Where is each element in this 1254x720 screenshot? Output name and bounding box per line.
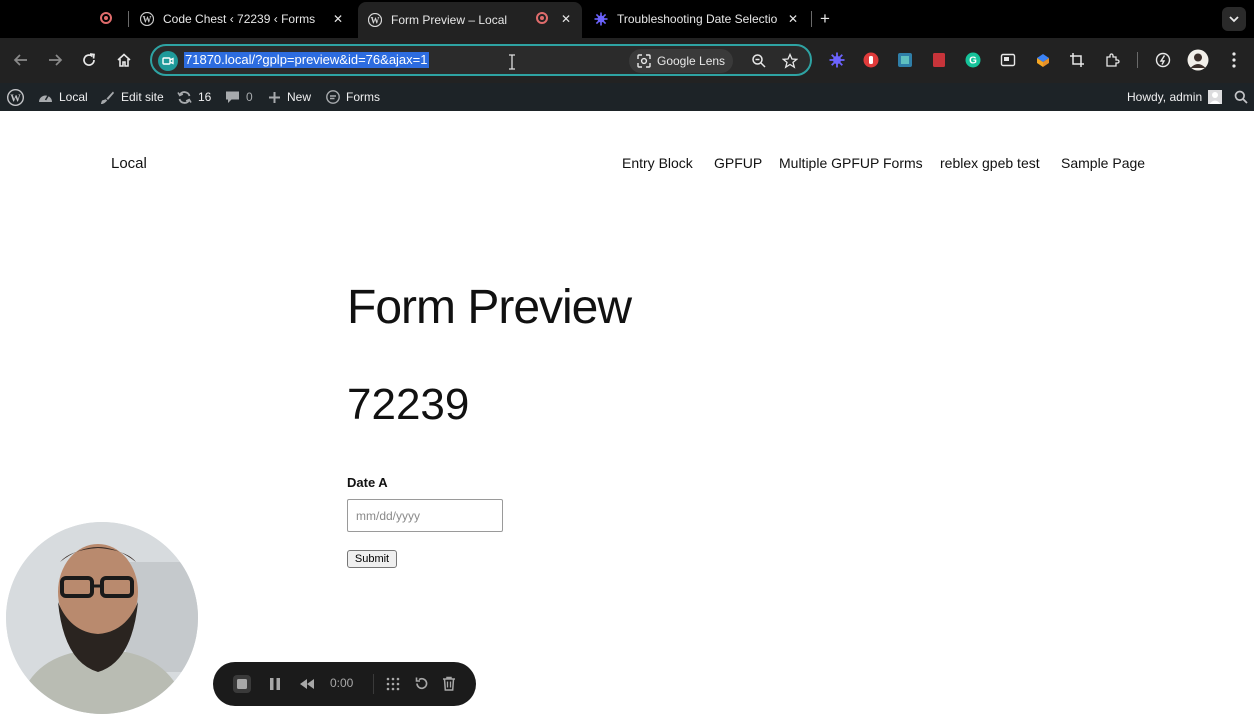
nav-entry-block[interactable]: Entry Block xyxy=(622,155,693,171)
tab-search-button[interactable] xyxy=(1222,7,1246,31)
nav-multiple-gpfup-forms[interactable]: Multiple GPFUP Forms xyxy=(779,155,923,171)
wordpress-icon: W xyxy=(368,13,382,27)
date-field-label: Date A xyxy=(347,475,388,490)
page-title: Form Preview xyxy=(347,281,632,334)
grid-handle-icon[interactable] xyxy=(386,677,400,691)
kebab-menu-icon[interactable] xyxy=(1226,51,1242,69)
dashboard-gauge-icon xyxy=(39,94,52,102)
tab-title: Code Chest ‹ 72239 ‹ Forms xyxy=(163,12,316,26)
webcam-overlay xyxy=(6,522,198,714)
trash-icon[interactable] xyxy=(442,676,456,691)
recording-indicator-icon xyxy=(100,12,112,24)
close-tab-icon[interactable]: ✕ xyxy=(333,12,343,26)
text-cursor-icon xyxy=(509,54,515,70)
tab-separator xyxy=(128,11,129,27)
tab-title: Troubleshooting Date Selection xyxy=(617,12,777,26)
google-lens-button[interactable]: Google Lens xyxy=(629,49,734,73)
extension-gear-icon[interactable] xyxy=(829,52,845,68)
nav-sample-page[interactable]: Sample Page xyxy=(1061,155,1145,171)
plus-icon xyxy=(269,91,280,103)
forward-arrow-icon[interactable] xyxy=(46,51,64,69)
extension-hand-icon[interactable] xyxy=(863,52,879,68)
submit-button[interactable]: Submit xyxy=(347,550,397,568)
home-icon[interactable] xyxy=(115,51,133,69)
site-header: Local Entry Block GPFUP Multiple GPFUP F… xyxy=(0,111,1254,221)
recorder-control-bar: 0:00 xyxy=(213,662,476,706)
wordpress-icon: W xyxy=(140,12,154,26)
recorder-separator xyxy=(373,674,374,694)
camera-site-info-icon[interactable] xyxy=(158,51,178,71)
address-bar[interactable]: 71870.local/?gplp=preview&id=76&ajax=1 G… xyxy=(150,44,812,76)
reload-icon[interactable] xyxy=(80,51,98,69)
recording-timer: 0:00 xyxy=(330,676,354,690)
adminbar-edit-site-label: Edit site xyxy=(121,90,164,104)
adminbar-comments[interactable]: 0 xyxy=(225,83,253,111)
lens-icon xyxy=(637,54,651,68)
svg-text:W: W xyxy=(10,93,21,104)
adminbar-greeting: Howdy, admin xyxy=(1127,90,1203,104)
performance-icon[interactable] xyxy=(1155,52,1171,68)
tab-separator xyxy=(811,11,812,27)
tab-troubleshooting[interactable]: Troubleshooting Date Selection xyxy=(594,4,794,34)
restart-icon[interactable] xyxy=(414,676,429,691)
bookmark-star-icon[interactable] xyxy=(782,53,798,69)
search-icon[interactable] xyxy=(1234,90,1248,104)
adminbar-new[interactable]: New xyxy=(268,83,311,111)
adminbar-comments-count: 0 xyxy=(246,90,253,104)
recording-indicator-icon xyxy=(536,12,548,24)
brush-icon xyxy=(101,91,114,104)
google-lens-label: Google Lens xyxy=(657,54,726,68)
adminbar-site-label: Local xyxy=(59,90,88,104)
adminbar-forms[interactable]: Forms xyxy=(326,83,380,111)
gravity-forms-icon xyxy=(326,90,340,104)
nav-reblex-gpeb-test[interactable]: reblex gpeb test xyxy=(940,155,1040,171)
close-tab-icon[interactable]: ✕ xyxy=(788,12,798,26)
back-arrow-icon[interactable] xyxy=(12,51,30,69)
zoom-icon[interactable] xyxy=(751,53,767,69)
adminbar-account[interactable]: Howdy, admin xyxy=(1127,83,1223,111)
extension-screen-icon[interactable] xyxy=(1000,52,1016,68)
nav-gpfup[interactable]: GPFUP xyxy=(714,155,762,171)
profile-avatar[interactable] xyxy=(1187,49,1209,71)
date-input[interactable] xyxy=(347,499,503,532)
toolbar-separator xyxy=(1137,52,1138,68)
adminbar-site-name[interactable]: Local xyxy=(38,83,88,111)
adminbar-forms-label: Forms xyxy=(346,90,380,104)
extension-box-icon[interactable] xyxy=(1035,52,1051,68)
svg-text:W: W xyxy=(143,15,152,25)
rewind-icon[interactable] xyxy=(299,678,315,690)
svg-text:G: G xyxy=(969,56,977,67)
new-tab-icon[interactable]: + xyxy=(820,9,830,29)
pause-icon[interactable] xyxy=(269,677,281,691)
crop-icon[interactable] xyxy=(1069,52,1085,68)
wordpress-logo-icon: W xyxy=(7,88,24,106)
gear-favicon-icon xyxy=(594,12,608,26)
wp-logo-menu[interactable]: W xyxy=(7,83,30,111)
updates-icon xyxy=(177,90,192,104)
chevron-down-icon xyxy=(1229,16,1239,23)
tab-title: Form Preview – Local xyxy=(391,13,508,27)
wp-admin-bar: W Local Edit site 16 0 New Forms Howdy, … xyxy=(0,83,1254,111)
presenter-portrait-image xyxy=(6,522,198,714)
adminbar-updates-count: 16 xyxy=(198,90,212,104)
browser-toolbar: 71870.local/?gplp=preview&id=76&ajax=1 G… xyxy=(0,38,1254,83)
adminbar-new-label: New xyxy=(287,90,312,104)
extension-book-icon[interactable] xyxy=(931,52,947,68)
adminbar-updates[interactable]: 16 xyxy=(177,83,211,111)
site-title-link[interactable]: Local xyxy=(111,155,147,172)
stop-icon[interactable] xyxy=(233,675,251,693)
grammarly-icon[interactable]: G xyxy=(965,52,981,68)
browser-tab-strip: W Code Chest ‹ 72239 ‹ Forms ✕ W Form Pr… xyxy=(0,0,1254,38)
form-title: 72239 xyxy=(347,380,470,429)
extensions-puzzle-icon[interactable] xyxy=(1104,52,1120,68)
url-text[interactable]: 71870.local/?gplp=preview&id=76&ajax=1 xyxy=(184,52,429,68)
svg-text:W: W xyxy=(371,16,380,26)
tab-form-preview[interactable]: W Form Preview – Local xyxy=(358,2,582,38)
admin-avatar xyxy=(1208,90,1223,104)
tab-code-chest[interactable]: W Code Chest ‹ 72239 ‹ Forms xyxy=(140,4,354,34)
close-tab-icon[interactable]: ✕ xyxy=(561,12,571,26)
adminbar-edit-site[interactable]: Edit site xyxy=(100,83,164,111)
extension-window-icon[interactable] xyxy=(897,52,913,68)
comment-bubble-icon xyxy=(226,91,239,103)
